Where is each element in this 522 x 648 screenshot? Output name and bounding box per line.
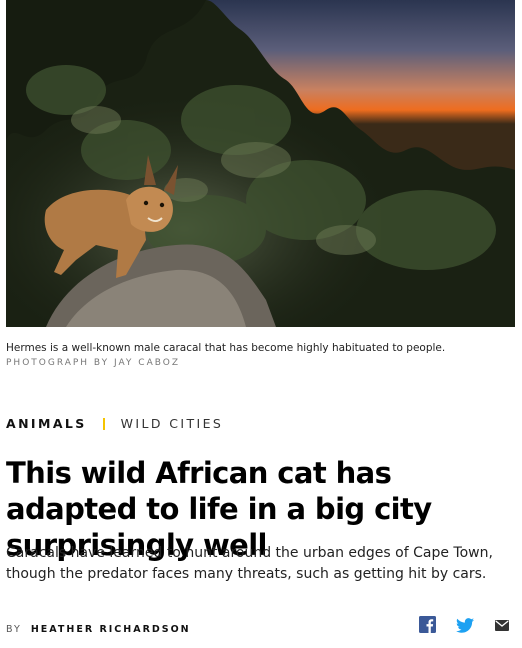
series-link[interactable]: WILD CITIES xyxy=(121,416,224,431)
photo-credit: PHOTOGRAPH BY JAY CABOZ xyxy=(6,358,180,368)
email-icon xyxy=(495,620,509,631)
hero-illustration xyxy=(6,0,515,327)
byline: BY HEATHER RICHARDSON xyxy=(6,624,191,635)
photo-caption: Hermes is a well-known male caracal that… xyxy=(6,342,446,354)
hero-photo xyxy=(6,0,515,327)
email-share-button[interactable] xyxy=(495,620,509,631)
kicker: ANIMALS WILD CITIES xyxy=(6,416,223,431)
article-dek: Caracals have learned to hunt around the… xyxy=(6,545,493,582)
kicker-divider xyxy=(102,417,105,430)
author-link[interactable]: HEATHER RICHARDSON xyxy=(31,624,191,635)
facebook-share-button[interactable] xyxy=(419,616,436,633)
category-link[interactable]: ANIMALS xyxy=(6,416,87,431)
facebook-icon xyxy=(419,616,436,633)
twitter-icon xyxy=(456,618,474,633)
byline-prefix: BY xyxy=(6,624,22,635)
twitter-share-button[interactable] xyxy=(456,618,474,633)
